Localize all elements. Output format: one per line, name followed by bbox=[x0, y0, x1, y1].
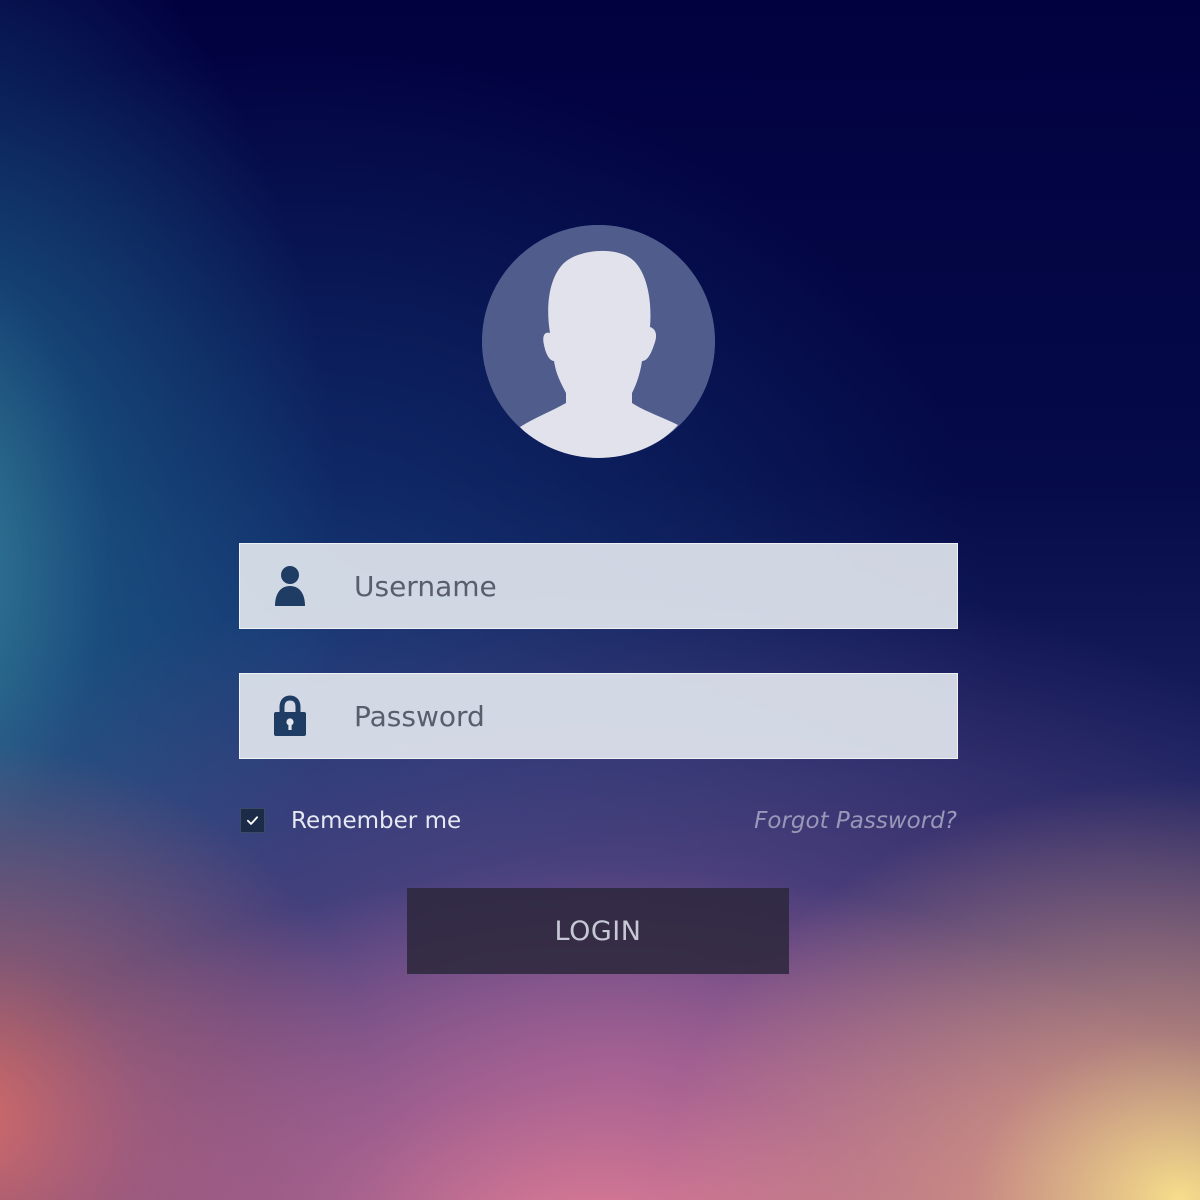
password-input[interactable] bbox=[354, 674, 914, 758]
lock-icon bbox=[273, 695, 307, 737]
remember-me-checkbox[interactable] bbox=[240, 808, 265, 833]
remember-me-label[interactable]: Remember me bbox=[291, 805, 461, 837]
login-button[interactable]: LOGIN bbox=[407, 888, 789, 974]
checkmark-icon bbox=[246, 816, 259, 825]
forgot-password-link[interactable]: Forgot Password? bbox=[754, 805, 957, 837]
username-field bbox=[239, 543, 958, 629]
user-icon bbox=[273, 565, 307, 607]
username-input[interactable] bbox=[354, 544, 914, 628]
avatar bbox=[482, 225, 715, 458]
password-field bbox=[239, 673, 958, 759]
user-silhouette-icon bbox=[482, 225, 715, 458]
